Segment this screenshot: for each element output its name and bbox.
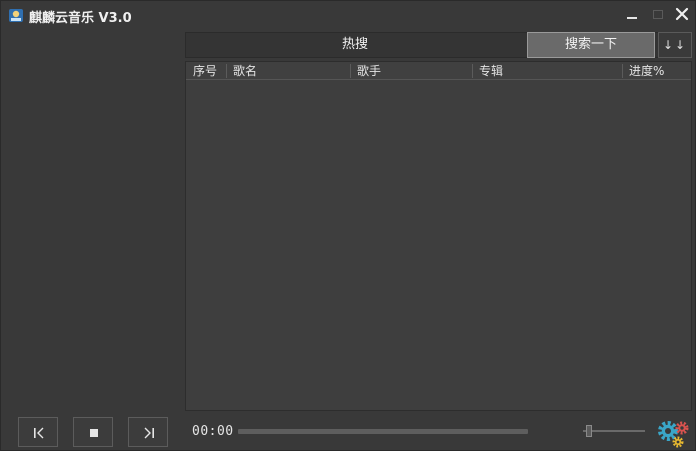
- volume-slider[interactable]: [583, 430, 645, 432]
- table-header: 序号 歌名 歌手 专辑 进度%: [186, 62, 691, 80]
- column-header-singer[interactable]: 歌手: [350, 62, 472, 80]
- song-table[interactable]: 序号 歌名 歌手 专辑 进度%: [185, 61, 692, 411]
- column-header-album[interactable]: 专辑: [472, 62, 622, 80]
- minimize-button[interactable]: [623, 5, 641, 23]
- close-icon: [675, 7, 689, 21]
- playback-progress-bar[interactable]: [238, 429, 528, 434]
- next-button[interactable]: [128, 417, 168, 447]
- close-button[interactable]: [673, 5, 691, 23]
- current-time: 00:00: [192, 424, 234, 439]
- app-logo-icon: [9, 9, 23, 22]
- title-bar[interactable]: 麒麟云音乐 V3.0: [1, 1, 696, 29]
- sort-button[interactable]: ↓↓: [658, 32, 692, 58]
- minimize-icon: [627, 17, 637, 19]
- gears-icon: [658, 421, 689, 448]
- volume-slider-handle[interactable]: [586, 425, 593, 437]
- search-button[interactable]: 搜索一下: [527, 32, 655, 58]
- hot-search-label[interactable]: 热搜: [185, 32, 525, 58]
- column-header-song[interactable]: 歌名: [226, 62, 350, 80]
- app-title: 麒麟云音乐 V3.0: [29, 11, 132, 26]
- stop-icon: [90, 429, 98, 437]
- settings-button[interactable]: [655, 418, 691, 448]
- sidebar-panel: [7, 33, 179, 409]
- previous-icon: [34, 427, 44, 439]
- next-icon: [144, 427, 154, 439]
- maximize-button[interactable]: [649, 5, 667, 23]
- main-window: 麒麟云音乐 V3.0 热搜 搜索一下 ↓↓ 序号 歌名 歌手 专辑 进度% 00…: [0, 0, 696, 451]
- column-header-progress[interactable]: 进度%: [622, 62, 691, 80]
- column-header-number[interactable]: 序号: [186, 62, 226, 80]
- previous-button[interactable]: [18, 417, 58, 447]
- maximize-icon: [653, 10, 663, 19]
- stop-button[interactable]: [73, 417, 113, 447]
